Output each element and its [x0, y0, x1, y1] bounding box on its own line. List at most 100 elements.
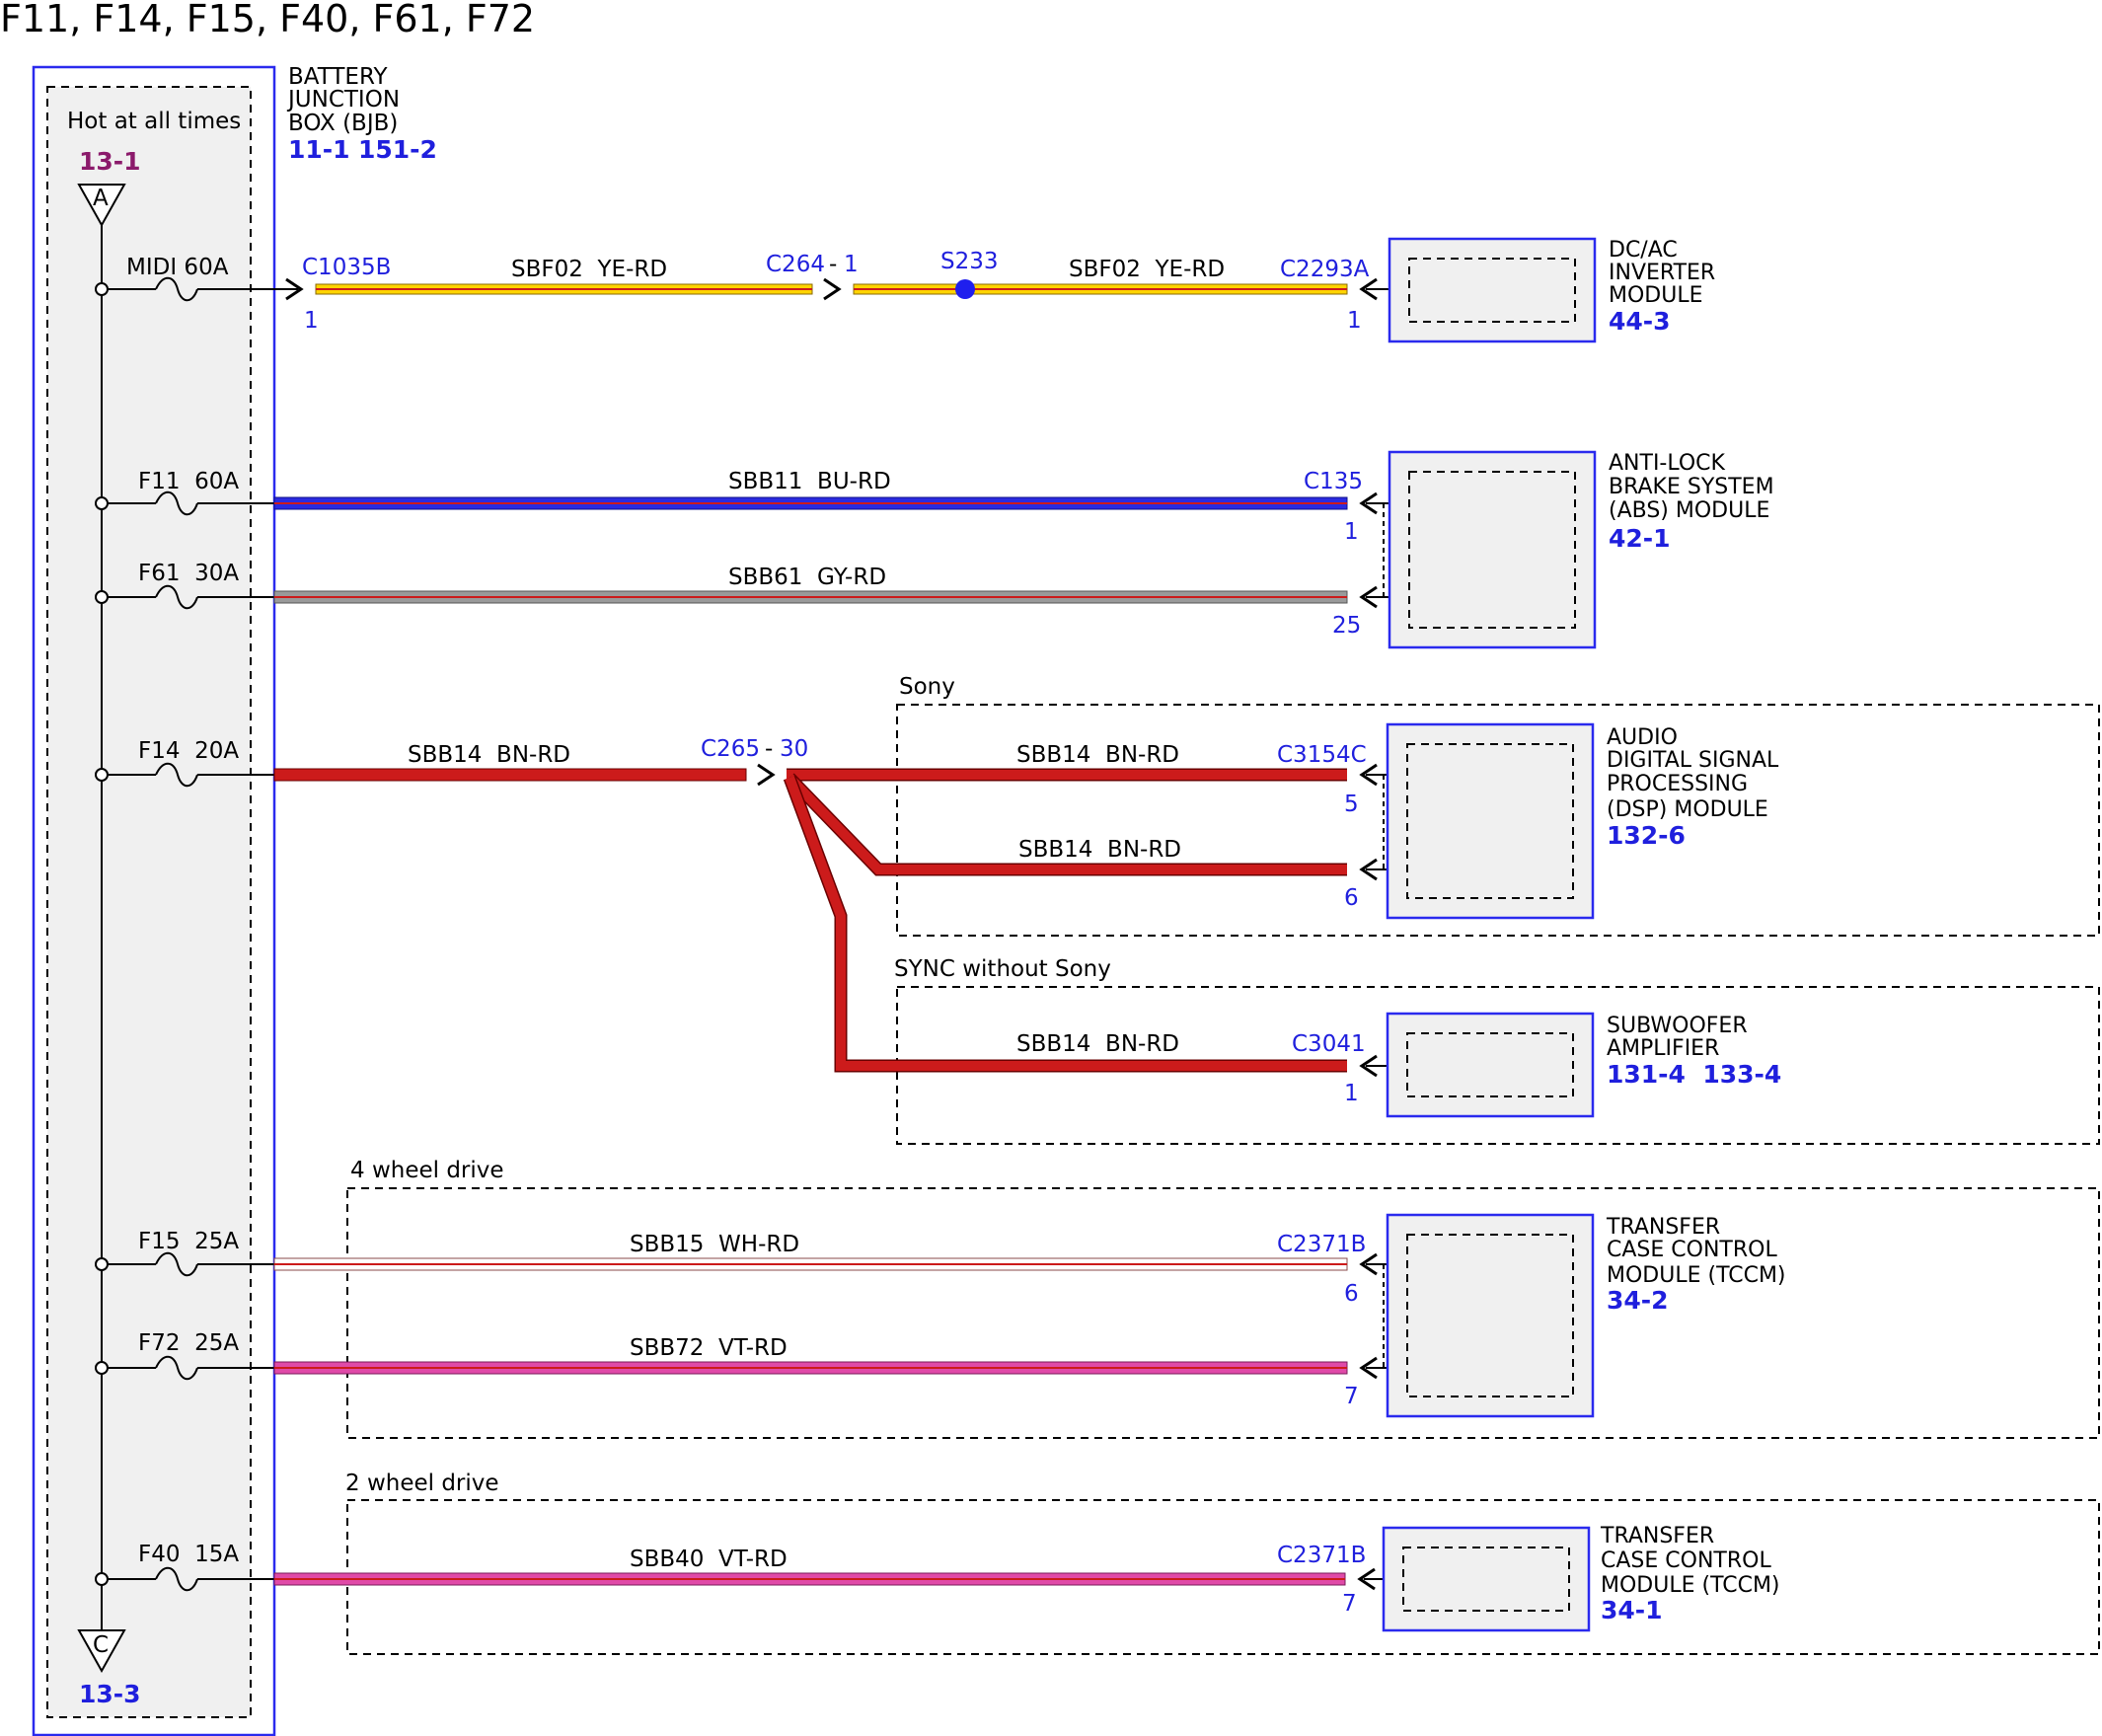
module-dsp[interactable]: AUDIO DIGITAL SIGNAL PROCESSING (DSP) MO… [1386, 722, 1779, 920]
module-name-line2: INVERTER [1609, 261, 1715, 285]
fuse-label: F61 30A [138, 561, 239, 586]
connector-c2293a[interactable]: C2293A [1280, 257, 1370, 282]
connector-c2371b-4wd[interactable]: C2371B [1277, 1232, 1366, 1257]
module-name-line4: (DSP) MODULE [1607, 797, 1768, 822]
pin-c135: 1 [1344, 519, 1359, 545]
module-name-line1: DC/AC [1609, 238, 1678, 263]
option-label-sync: SYNC without Sony [894, 956, 1111, 982]
circuit-label-sbb15: SBB15 WH-RD [630, 1232, 799, 1257]
circuit-sbb72[interactable]: SBB72 VT-RD 7 [273, 1264, 1409, 1409]
circuit-label-sbf02-b: SBF02 YE-RD [1069, 257, 1225, 282]
connector-dash: - [765, 736, 773, 762]
pin-c2293a: 1 [1347, 308, 1362, 334]
module-name-line1: TRANSFER [1600, 1524, 1714, 1548]
connector-c1035b[interactable]: C1035B [302, 255, 391, 280]
connector-arrow-icon [823, 277, 842, 301]
pin-c1035b: 1 [304, 308, 319, 334]
bjb-name-line3: BOX (BJB) [288, 111, 398, 136]
module-name-line1: SUBWOOFER [1607, 1014, 1748, 1038]
circuit-sbb15[interactable]: SBB15 WH-RD C2371B 6 [273, 1232, 1409, 1307]
module-ref[interactable]: 132-6 [1607, 821, 1686, 850]
circuit-sbb61[interactable]: SBB61 GY-RD 25 [273, 503, 1409, 639]
circuit-label-sbb11: SBB11 BU-RD [728, 469, 891, 494]
connector-a-label: A [93, 186, 109, 211]
module-name-line2: CASE CONTROL [1607, 1238, 1777, 1262]
bjb-top-ref[interactable]: 13-1 [79, 147, 141, 176]
bjb-hot-label: Hot at all times [67, 109, 241, 134]
module-name-line3: (ABS) MODULE [1609, 498, 1769, 523]
circuit-label-sbb14-sub: SBB14 BN-RD [1016, 1031, 1179, 1057]
bus-node [95, 1572, 109, 1586]
module-name-line3: MODULE (TCCM) [1601, 1573, 1780, 1598]
module-name-line2: BRAKE SYSTEM [1609, 475, 1774, 499]
fuse-label: F72 25A [138, 1330, 239, 1356]
circuit-sbb40[interactable]: SBB40 VT-RD C2371B 7 [273, 1543, 1405, 1617]
module-ref[interactable]: 34-1 [1601, 1596, 1663, 1624]
bjb-name-line2: JUNCTION [286, 87, 400, 113]
connector-c265[interactable]: C265 [701, 736, 760, 762]
circuit-sbb11[interactable]: SBB11 BU-RD C135 1 [273, 469, 1409, 545]
fuse-label: F14 20A [138, 738, 239, 764]
option-label-sony: Sony [899, 674, 955, 700]
bjb-bottom-ref[interactable]: 13-3 [79, 1680, 141, 1708]
fuse-label: MIDI 60A [126, 255, 229, 280]
pin-sbb72: 7 [1344, 1384, 1359, 1409]
module-abs[interactable]: ANTI-LOCK BRAKE SYSTEM (ABS) MODULE 42-1 [1388, 450, 1774, 649]
connector-c2371b-2wd[interactable]: C2371B [1277, 1543, 1366, 1568]
module-dcac-inverter[interactable]: DC/AC INVERTER MODULE 44-3 [1388, 237, 1715, 343]
module-ref[interactable]: 44-3 [1609, 307, 1671, 336]
wire-sbb14-feed [273, 768, 747, 782]
fuse-label: F15 25A [138, 1229, 239, 1254]
bus-node [95, 590, 109, 604]
bjb-hot-zone [46, 86, 252, 1718]
bus-node [95, 282, 109, 296]
connector-dash: - [829, 252, 837, 277]
module-tccm-2wd[interactable]: TRANSFER CASE CONTROL MODULE (TCCM) 34-1 [1382, 1524, 1780, 1632]
fuse-label: F40 15A [138, 1542, 239, 1567]
fuse-label: F11 60A [138, 469, 239, 494]
circuit-label-sbb14-feed: SBB14 BN-RD [408, 742, 570, 768]
circuit-label-sbb72: SBB72 VT-RD [630, 1335, 788, 1361]
connector-c264[interactable]: C264 [766, 252, 825, 277]
circuit-sbf02[interactable]: C1035B 1 SBF02 YE-RD C264 - 1 S233 SBF02… [274, 249, 1409, 334]
module-name-line1: ANTI-LOCK [1609, 451, 1726, 476]
connector-c3041[interactable]: C3041 [1292, 1031, 1366, 1057]
circuit-label-sbb14-dsp-a: SBB14 BN-RD [1016, 742, 1179, 768]
splice-s233-dot[interactable] [955, 279, 975, 299]
connector-c-label: C [93, 1632, 109, 1658]
pin-sbb40: 7 [1342, 1591, 1357, 1617]
pin-dsp-6: 6 [1344, 885, 1359, 911]
module-tccm-4wd[interactable]: TRANSFER CASE CONTROL MODULE (TCCM) 34-2 [1386, 1213, 1786, 1418]
circuit-label-sbf02-a: SBF02 YE-RD [511, 257, 667, 282]
splice-s233[interactable]: S233 [940, 249, 999, 274]
bjb-ref-2[interactable]: 151-2 [358, 135, 437, 164]
pin-c264: 1 [844, 252, 859, 277]
connector-c135[interactable]: C135 [1304, 469, 1363, 494]
circuit-sbb14[interactable]: SBB14 BN-RD C265 - 30 SBB14 BN-RD C3154C… [273, 736, 1409, 1106]
pin-dsp-5: 5 [1344, 792, 1359, 817]
connector-c3154c[interactable]: C3154C [1277, 742, 1367, 768]
connector-arrow-icon [757, 763, 776, 787]
option-label-2wd: 2 wheel drive [345, 1471, 499, 1496]
wiring-diagram: F11, F14, F15, F40, F61, F72 Hot at all … [0, 0, 2100, 1736]
option-group-2wd: 2 wheel drive [345, 1471, 2100, 1655]
module-ref[interactable]: 131-4 133-4 [1607, 1060, 1781, 1089]
module-name-line3: PROCESSING [1607, 772, 1748, 796]
module-ref[interactable]: 42-1 [1609, 524, 1671, 553]
option-group-4wd: 4 wheel drive [346, 1158, 2100, 1439]
module-name-line3: MODULE [1609, 283, 1703, 308]
option-label-4wd: 4 wheel drive [350, 1158, 504, 1183]
module-subwoofer-amplifier[interactable]: SUBWOOFER AMPLIFIER 131-4 133-4 [1386, 1012, 1781, 1118]
bus-node [95, 496, 109, 510]
wire-sbb14-sub [783, 775, 1347, 1073]
module-name-line2: CASE CONTROL [1601, 1548, 1771, 1573]
pin-sbb15: 6 [1344, 1281, 1359, 1307]
module-name-line1: TRANSFER [1606, 1215, 1720, 1240]
module-ref[interactable]: 34-2 [1607, 1286, 1669, 1315]
page-title: F11, F14, F15, F40, F61, F72 [0, 0, 535, 40]
bus-node [95, 1257, 109, 1271]
pin-sbb61: 25 [1332, 613, 1361, 639]
circuit-label-sbb14-dsp-b: SBB14 BN-RD [1018, 837, 1181, 863]
bus-node [95, 768, 109, 782]
bjb-ref-1[interactable]: 11-1 [288, 135, 350, 164]
